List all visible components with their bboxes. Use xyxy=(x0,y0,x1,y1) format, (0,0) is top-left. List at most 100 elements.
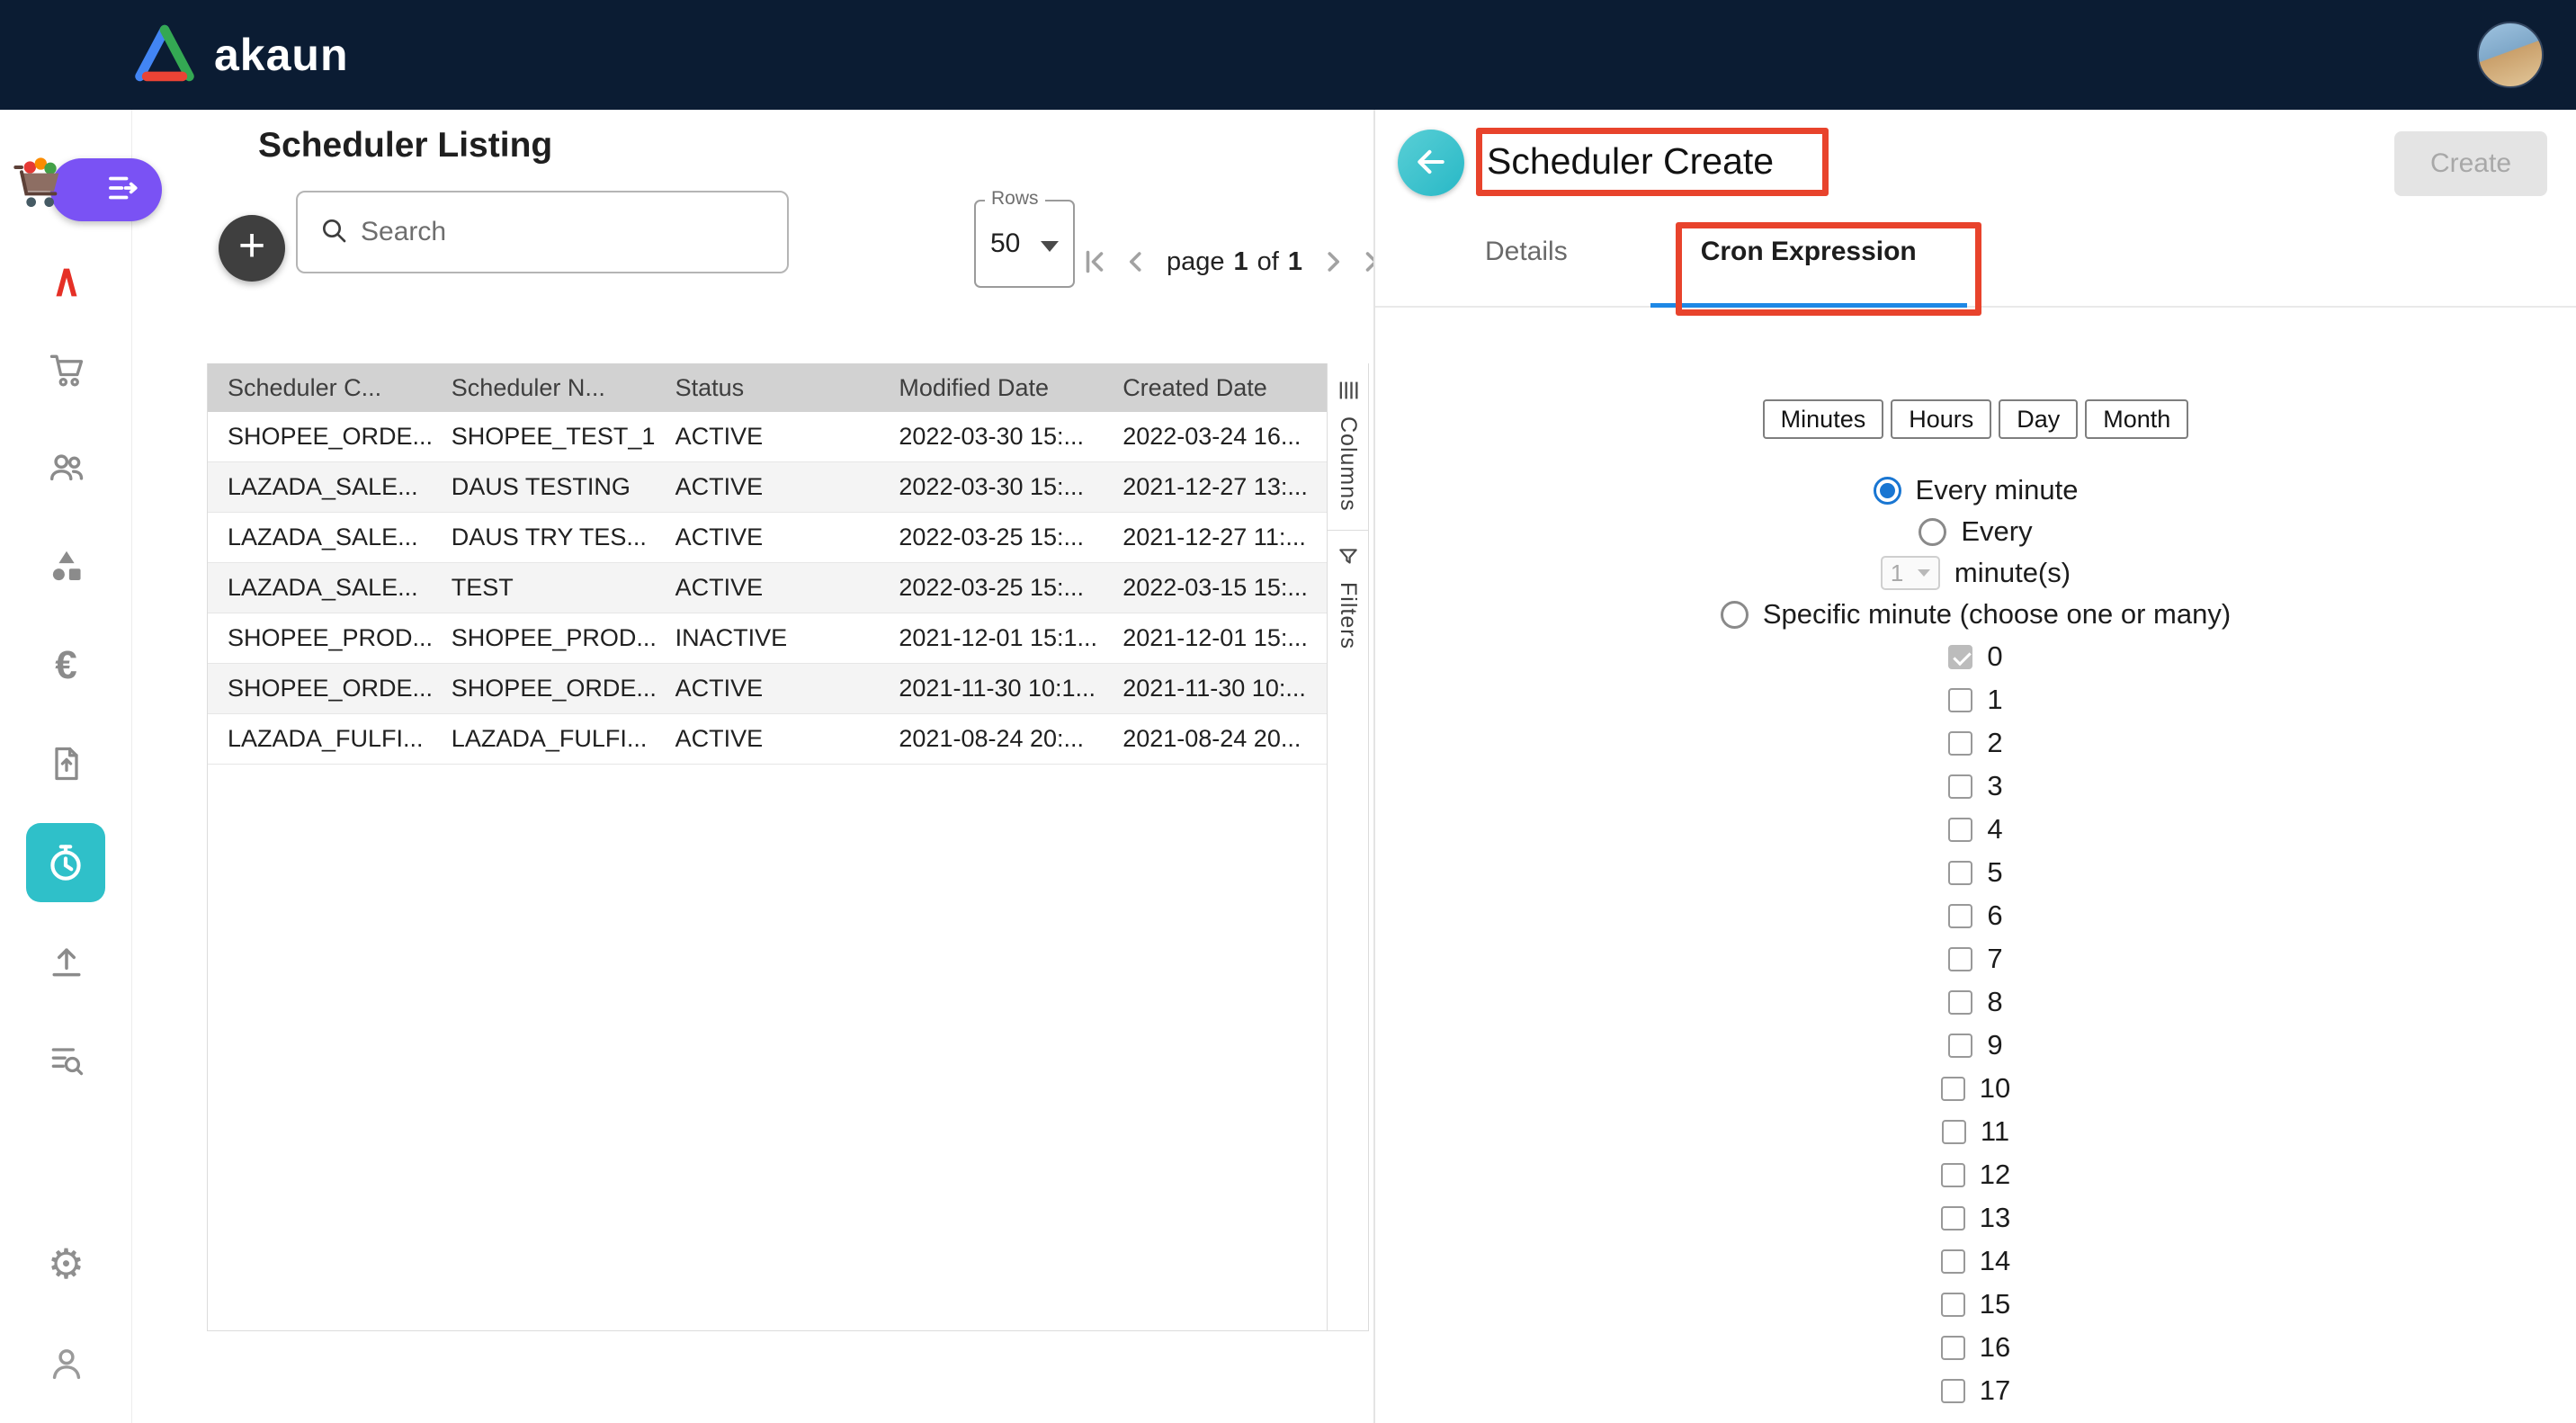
minute-option-14[interactable]: 14 xyxy=(1941,1240,2010,1283)
add-scheduler-button[interactable]: + xyxy=(219,215,285,282)
specific-minute-option[interactable]: Specific minute (choose one or many) xyxy=(1721,594,2231,635)
minute-checkbox[interactable] xyxy=(1941,1379,1965,1403)
interval-row: 1 minute(s) xyxy=(1881,552,2071,594)
table-row[interactable]: LAZADA_SALE...TESTACTIVE2022-03-25 15:..… xyxy=(208,563,1327,613)
minute-checkbox[interactable] xyxy=(1941,1336,1965,1360)
column-header[interactable]: Status xyxy=(656,374,880,402)
minute-checkbox[interactable] xyxy=(1948,688,1972,712)
minute-checkbox[interactable] xyxy=(1942,1120,1966,1144)
rows-per-page-select[interactable]: Rows 50 xyxy=(974,200,1075,288)
table-body: SHOPEE_ORDE...SHOPEE_TEST_1ACTIVE2022-03… xyxy=(208,412,1327,765)
minute-option-1[interactable]: 1 xyxy=(1948,678,2002,721)
minute-checkbox[interactable] xyxy=(1948,1034,1972,1058)
minute-option-15[interactable]: 15 xyxy=(1941,1283,2010,1326)
create-button[interactable]: Create xyxy=(2394,131,2547,196)
next-page-button[interactable] xyxy=(1315,246,1351,278)
every-minute-option[interactable]: Every minute xyxy=(1874,470,2079,511)
back-button[interactable] xyxy=(1398,130,1464,196)
shapes-icon[interactable] xyxy=(0,534,132,599)
table-row[interactable]: LAZADA_SALE...DAUS TESTINGACTIVE2022-03-… xyxy=(208,462,1327,513)
search-input[interactable] xyxy=(361,217,738,247)
filters-control[interactable]: Filters xyxy=(1328,531,1368,667)
tab-details[interactable]: Details xyxy=(1438,198,1614,306)
table-cell: 2022-03-25 15:... xyxy=(879,574,1103,602)
table-cell: 2022-03-24 16... xyxy=(1103,423,1327,451)
minute-checkbox[interactable] xyxy=(1941,1249,1965,1274)
profile-icon[interactable] xyxy=(0,1331,132,1396)
minute-option-11[interactable]: 11 xyxy=(1942,1110,2009,1153)
minute-checkbox[interactable] xyxy=(1948,861,1972,885)
minute-checkbox[interactable] xyxy=(1941,1206,1965,1231)
cron-unit-hours-button[interactable]: Hours xyxy=(1891,399,1991,439)
every-radio[interactable] xyxy=(1919,518,1946,546)
minute-checkbox[interactable] xyxy=(1941,1077,1965,1101)
import-doc-icon[interactable] xyxy=(0,731,132,796)
minute-option-5[interactable]: 5 xyxy=(1948,851,2002,894)
user-avatar[interactable] xyxy=(2477,22,2544,88)
minute-checkbox[interactable] xyxy=(1948,904,1972,928)
pagination: page 1 of 1 xyxy=(1077,236,1392,288)
every-minute-radio[interactable] xyxy=(1874,477,1901,505)
minute-checkbox[interactable] xyxy=(1948,947,1972,971)
minute-option-17[interactable]: 17 xyxy=(1941,1369,2010,1412)
specific-minute-radio[interactable] xyxy=(1721,601,1749,629)
minute-checkbox[interactable] xyxy=(1948,731,1972,756)
minute-label: 15 xyxy=(1980,1288,2010,1320)
cron-unit-minutes-button[interactable]: Minutes xyxy=(1763,399,1884,439)
interval-select[interactable]: 1 xyxy=(1881,556,1940,590)
pos-app-icon[interactable] xyxy=(0,250,132,315)
minute-option-10[interactable]: 10 xyxy=(1941,1067,2010,1110)
euro-icon[interactable]: € xyxy=(0,633,132,698)
minute-checkbox[interactable] xyxy=(1948,774,1972,799)
table-cell: 2021-12-27 13:... xyxy=(1103,473,1327,501)
table-row[interactable]: SHOPEE_ORDE...SHOPEE_TEST_1ACTIVE2022-03… xyxy=(208,412,1327,462)
minute-checkbox[interactable] xyxy=(1948,818,1972,842)
contacts-icon[interactable] xyxy=(0,434,132,499)
table-header: Scheduler C...Scheduler N...StatusModifi… xyxy=(208,363,1327,412)
minute-checkbox[interactable] xyxy=(1948,645,1972,669)
audit-search-icon[interactable] xyxy=(0,1027,132,1092)
table-row[interactable]: SHOPEE_ORDE...SHOPEE_ORDE...ACTIVE2021-1… xyxy=(208,664,1327,714)
menu-expand-icon xyxy=(104,169,142,211)
column-header[interactable]: Modified Date xyxy=(879,374,1103,402)
first-page-button[interactable] xyxy=(1077,246,1113,278)
column-header[interactable]: Created Date xyxy=(1103,374,1327,402)
settings-gear-icon[interactable]: ⚙ xyxy=(0,1231,132,1296)
filters-label: Filters xyxy=(1335,582,1361,649)
table-cell: LAZADA_SALE... xyxy=(208,473,432,501)
minute-option-6[interactable]: 6 xyxy=(1948,894,2002,937)
table-row[interactable]: LAZADA_SALE...DAUS TRY TES...ACTIVE2022-… xyxy=(208,513,1327,563)
table-cell: 2022-03-15 15:... xyxy=(1103,574,1327,602)
cart-icon[interactable] xyxy=(0,337,132,402)
minute-option-4[interactable]: 4 xyxy=(1948,808,2002,851)
store-logo-icon[interactable] xyxy=(11,153,68,215)
minute-option-13[interactable]: 13 xyxy=(1941,1196,2010,1240)
table-row[interactable]: LAZADA_FULFI...LAZADA_FULFI...ACTIVE2021… xyxy=(208,714,1327,765)
minute-option-16[interactable]: 16 xyxy=(1941,1326,2010,1369)
cron-unit-month-button[interactable]: Month xyxy=(2085,399,2188,439)
prev-page-button[interactable] xyxy=(1118,246,1154,278)
minute-checkbox[interactable] xyxy=(1941,1293,1965,1317)
minute-option-3[interactable]: 3 xyxy=(1948,765,2002,808)
column-header[interactable]: Scheduler N... xyxy=(432,374,656,402)
table-cell: ACTIVE xyxy=(656,524,880,551)
minute-option-12[interactable]: 12 xyxy=(1941,1153,2010,1196)
search-box[interactable] xyxy=(296,191,789,273)
cron-unit-day-button[interactable]: Day xyxy=(1999,399,2078,439)
tab-cron-expression[interactable]: Cron Expression xyxy=(1650,198,1967,306)
minute-option-0[interactable]: 0 xyxy=(1948,635,2002,678)
every-option[interactable]: Every xyxy=(1919,511,2032,552)
minute-checkbox[interactable] xyxy=(1941,1163,1965,1187)
table-cell: SHOPEE_ORDE... xyxy=(432,675,656,703)
columns-control[interactable]: Columns xyxy=(1328,363,1368,531)
scheduler-icon[interactable] xyxy=(26,823,105,902)
minute-option-9[interactable]: 9 xyxy=(1948,1024,2002,1067)
minute-option-8[interactable]: 8 xyxy=(1948,980,2002,1024)
table-side-rail: Columns Filters xyxy=(1327,363,1368,1330)
minute-checkbox[interactable] xyxy=(1948,990,1972,1015)
upload-icon[interactable] xyxy=(0,929,132,994)
minute-option-2[interactable]: 2 xyxy=(1948,721,2002,765)
column-header[interactable]: Scheduler C... xyxy=(208,374,432,402)
table-row[interactable]: SHOPEE_PROD...SHOPEE_PROD...INACTIVE2021… xyxy=(208,613,1327,664)
minute-option-7[interactable]: 7 xyxy=(1948,937,2002,980)
